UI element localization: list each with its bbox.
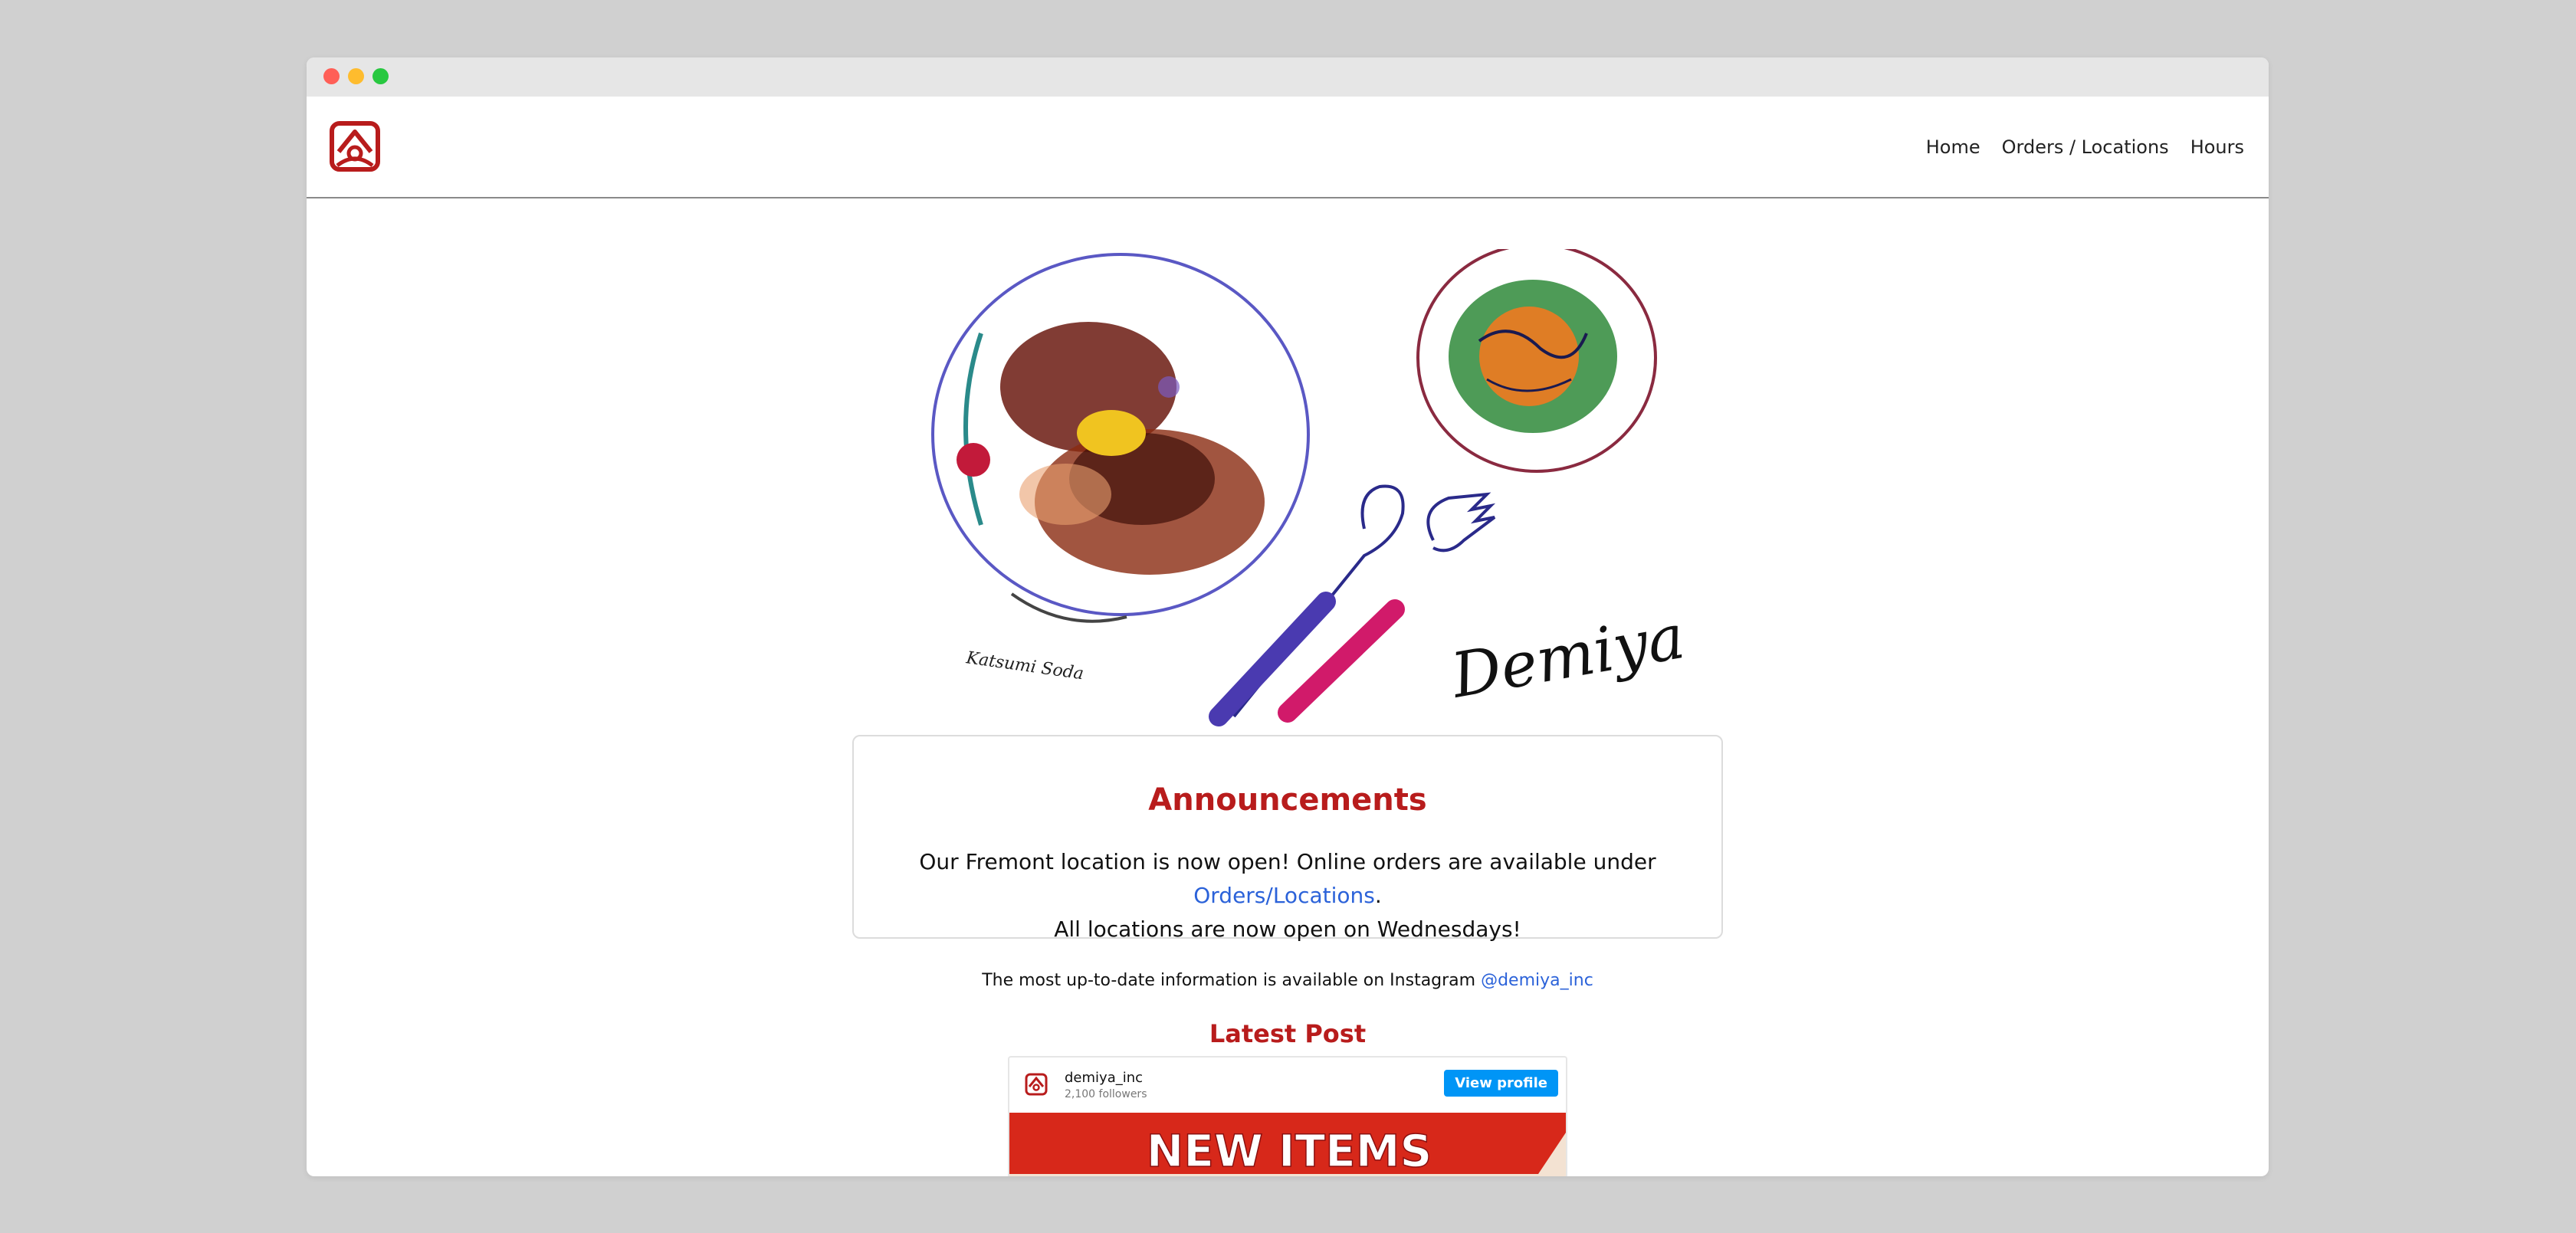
minimize-window-button[interactable] <box>348 68 364 84</box>
close-window-button[interactable] <box>323 68 340 84</box>
nav-orders-locations-link[interactable]: Orders / Locations <box>2002 136 2169 158</box>
hero-illustration: Demiya Katsumi Soda <box>931 249 1689 726</box>
announcements-text: Our Fremont location is now open! Online… <box>854 845 1721 946</box>
announcements-title: Announcements <box>1148 782 1427 818</box>
announcement-line1-suffix: . <box>1374 883 1382 908</box>
post-image-text: NEW ITEMS <box>1147 1125 1432 1176</box>
instagram-handle-link[interactable]: @demiya_inc <box>1481 971 1593 990</box>
orders-locations-link[interactable]: Orders/Locations <box>1193 883 1375 908</box>
embed-followers: 2,100 followers <box>1065 1088 1147 1100</box>
demiya-logo-icon[interactable] <box>330 121 380 172</box>
nav-home-link[interactable]: Home <box>1926 136 1980 158</box>
announcement-line2: All locations are now open on Wednesdays… <box>1054 917 1521 942</box>
instagram-note-text: The most up-to-date information is avail… <box>982 971 1482 990</box>
main-nav: Home Orders / Locations Hours <box>1926 97 2244 197</box>
profile-avatar-icon[interactable] <box>1025 1073 1048 1096</box>
artist-signature: Katsumi Soda <box>964 648 1085 684</box>
latest-post-image[interactable]: NEW ITEMS <box>1009 1113 1567 1176</box>
window-titlebar <box>307 57 2269 97</box>
demiya-signature: Demiya <box>1445 601 1689 712</box>
instagram-note: The most up-to-date information is avail… <box>307 971 2269 990</box>
browser-window: Home Orders / Locations Hours Demiya Kat <box>307 57 2269 1176</box>
maximize-window-button[interactable] <box>372 68 389 84</box>
view-profile-button[interactable]: View profile <box>1444 1070 1558 1097</box>
embed-header: demiya_inc 2,100 followers View profile <box>1009 1058 1566 1111</box>
nav-hours-link[interactable]: Hours <box>2190 136 2244 158</box>
site-header: Home Orders / Locations Hours <box>307 97 2269 198</box>
instagram-embed: demiya_inc 2,100 followers View profile … <box>1008 1056 1567 1176</box>
announcements-card: Announcements Our Fremont location is no… <box>852 735 1723 942</box>
embed-username[interactable]: demiya_inc <box>1065 1070 1143 1086</box>
announcement-line1-prefix: Our Fremont location is now open! Online… <box>919 849 1656 874</box>
latest-post-title: Latest Post <box>1209 1019 1367 1048</box>
